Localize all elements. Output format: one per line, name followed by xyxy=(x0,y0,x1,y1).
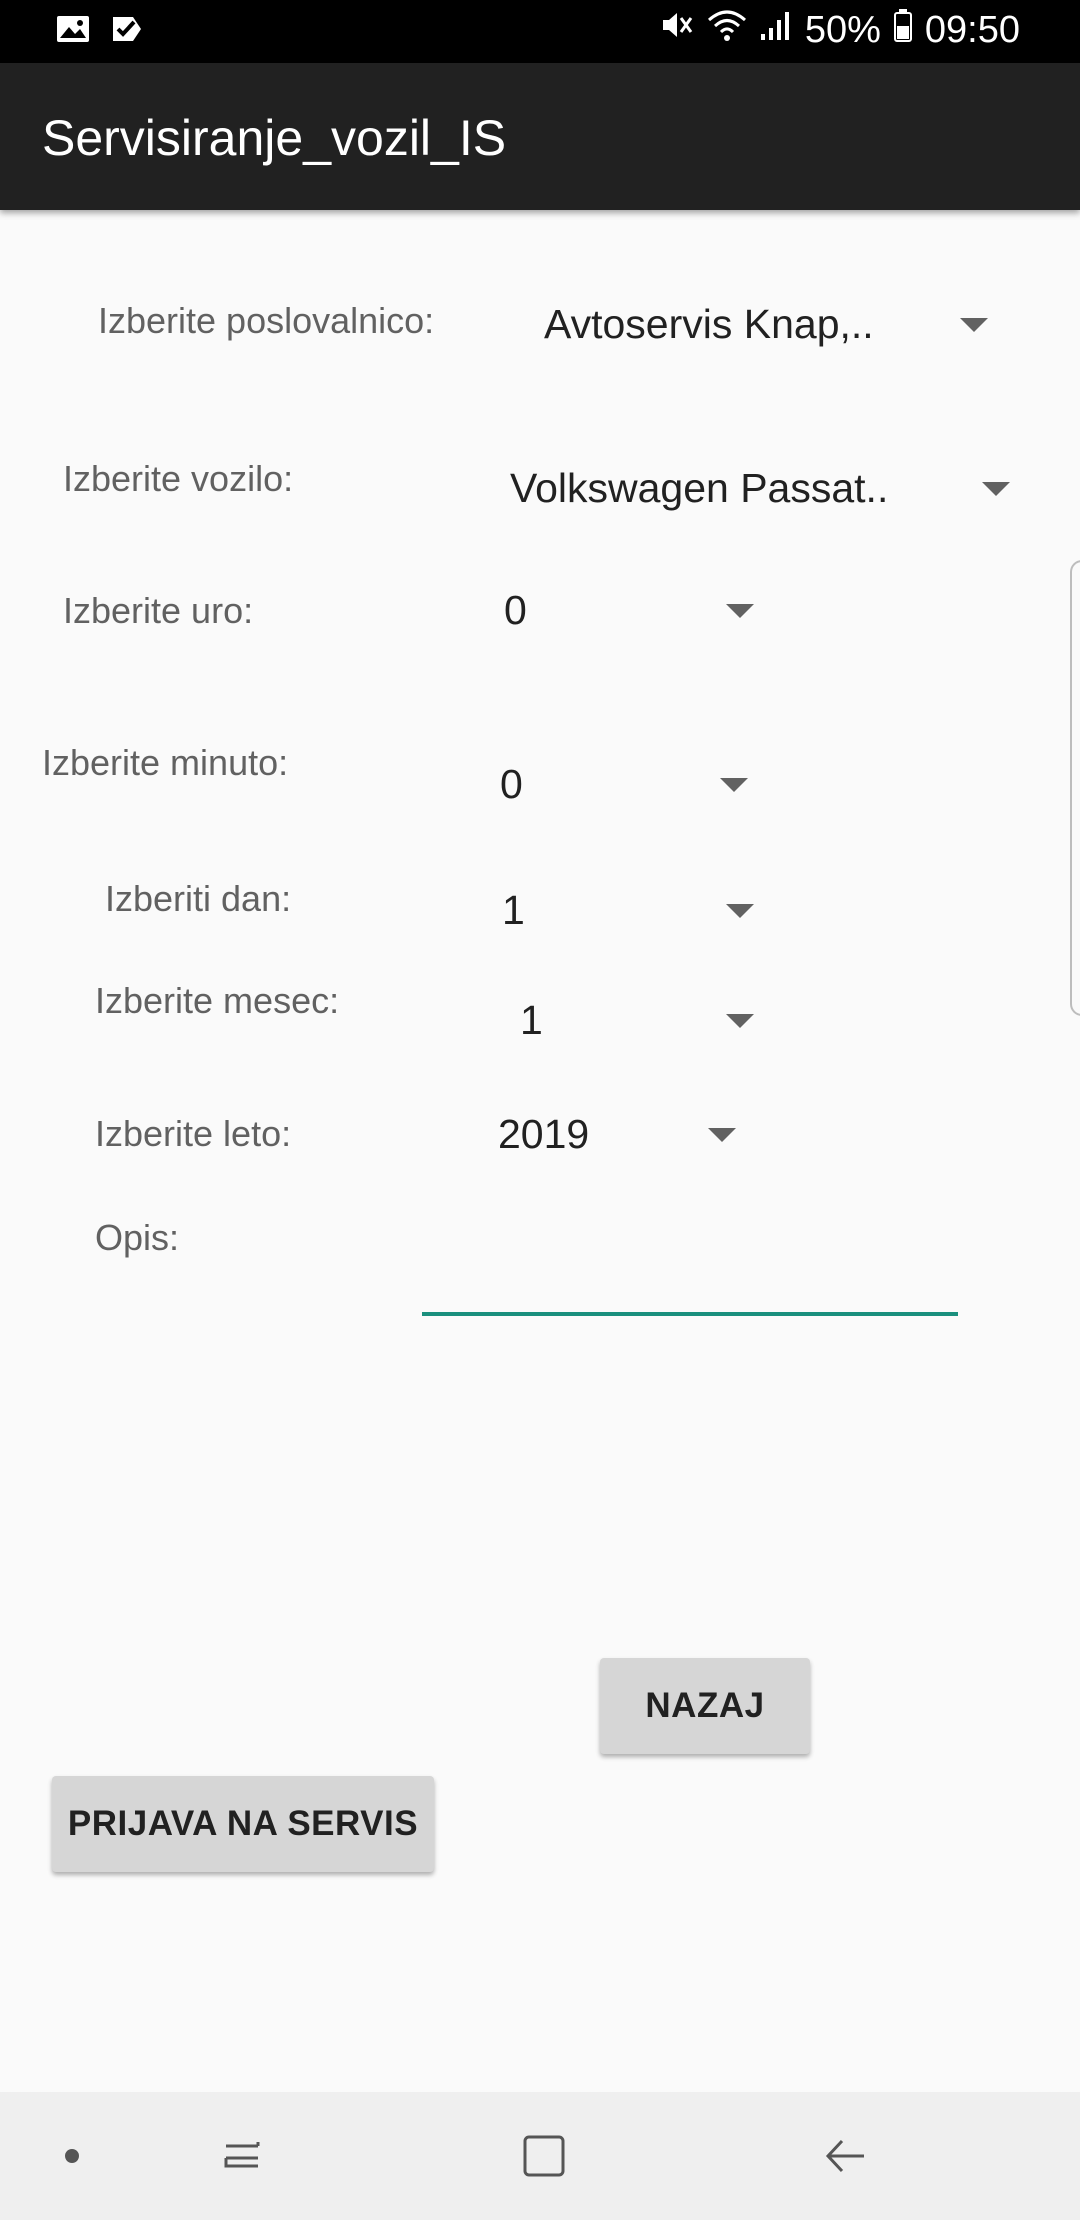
opis-input[interactable] xyxy=(422,1240,958,1316)
gallery-icon xyxy=(56,14,90,49)
recent-apps-icon[interactable] xyxy=(212,2126,272,2186)
battery-icon xyxy=(893,8,913,52)
edge-panel-handle[interactable] xyxy=(1070,560,1080,1016)
leto-label: Izberite leto: xyxy=(95,1113,292,1154)
minuta-spinner[interactable]: 0 xyxy=(500,744,760,824)
clock: 09:50 xyxy=(924,8,1020,51)
ura-value: 0 xyxy=(504,586,527,633)
ura-spinner[interactable]: 0 xyxy=(504,570,764,650)
dropdown-arrow-icon xyxy=(726,1014,754,1028)
app-bar: Servisiranje_vozil_IS xyxy=(0,63,1080,210)
vozilo-spinner[interactable]: Volkswagen Passat.. xyxy=(510,448,1015,528)
mute-icon xyxy=(659,8,695,52)
minuta-label: Izberite minuto: xyxy=(42,742,289,783)
check-icon xyxy=(110,14,144,49)
opis-label: Opis: xyxy=(95,1217,180,1258)
poslovalnica-value: Avtoservis Knap,.. xyxy=(544,300,874,347)
dropdown-arrow-icon xyxy=(708,1128,736,1142)
leto-spinner[interactable]: 2019 xyxy=(498,1094,748,1174)
mesec-label: Izberite mesec: xyxy=(95,980,340,1021)
dan-spinner[interactable]: 1 xyxy=(502,870,762,950)
dot-icon[interactable] xyxy=(42,2126,102,2186)
dropdown-arrow-icon xyxy=(982,482,1010,496)
poslovalnica-label: Izberite poslovalnico: xyxy=(98,300,435,341)
minuta-value: 0 xyxy=(500,760,523,807)
navigation-bar xyxy=(0,2092,1080,2220)
dan-label: Izberiti dan: xyxy=(105,878,292,919)
prijava-na-servis-button[interactable]: PRIJAVA NA SERVIS xyxy=(52,1776,434,1872)
dropdown-arrow-icon xyxy=(720,778,748,792)
mesec-value: 1 xyxy=(520,996,543,1043)
signal-icon xyxy=(759,8,793,52)
leto-value: 2019 xyxy=(498,1110,590,1157)
mesec-spinner[interactable]: 1 xyxy=(520,980,760,1060)
wifi-icon xyxy=(707,8,747,52)
app-title: Servisiranje_vozil_IS xyxy=(42,110,507,166)
nazaj-button[interactable]: NAZAJ xyxy=(600,1658,810,1754)
dropdown-arrow-icon xyxy=(960,318,988,332)
dropdown-arrow-icon xyxy=(726,904,754,918)
vozilo-value: Volkswagen Passat.. xyxy=(510,464,889,511)
ura-label: Izberite uro: xyxy=(63,590,254,631)
vozilo-label: Izberite vozilo: xyxy=(63,458,294,499)
dan-value: 1 xyxy=(502,886,525,933)
battery-percent: 50% xyxy=(804,8,881,51)
poslovalnica-spinner[interactable]: Avtoservis Knap,.. xyxy=(544,284,994,364)
back-icon[interactable] xyxy=(815,2126,875,2186)
home-icon[interactable] xyxy=(514,2126,574,2186)
status-bar: 50% 09:50 xyxy=(0,0,1080,63)
dropdown-arrow-icon xyxy=(726,604,754,618)
